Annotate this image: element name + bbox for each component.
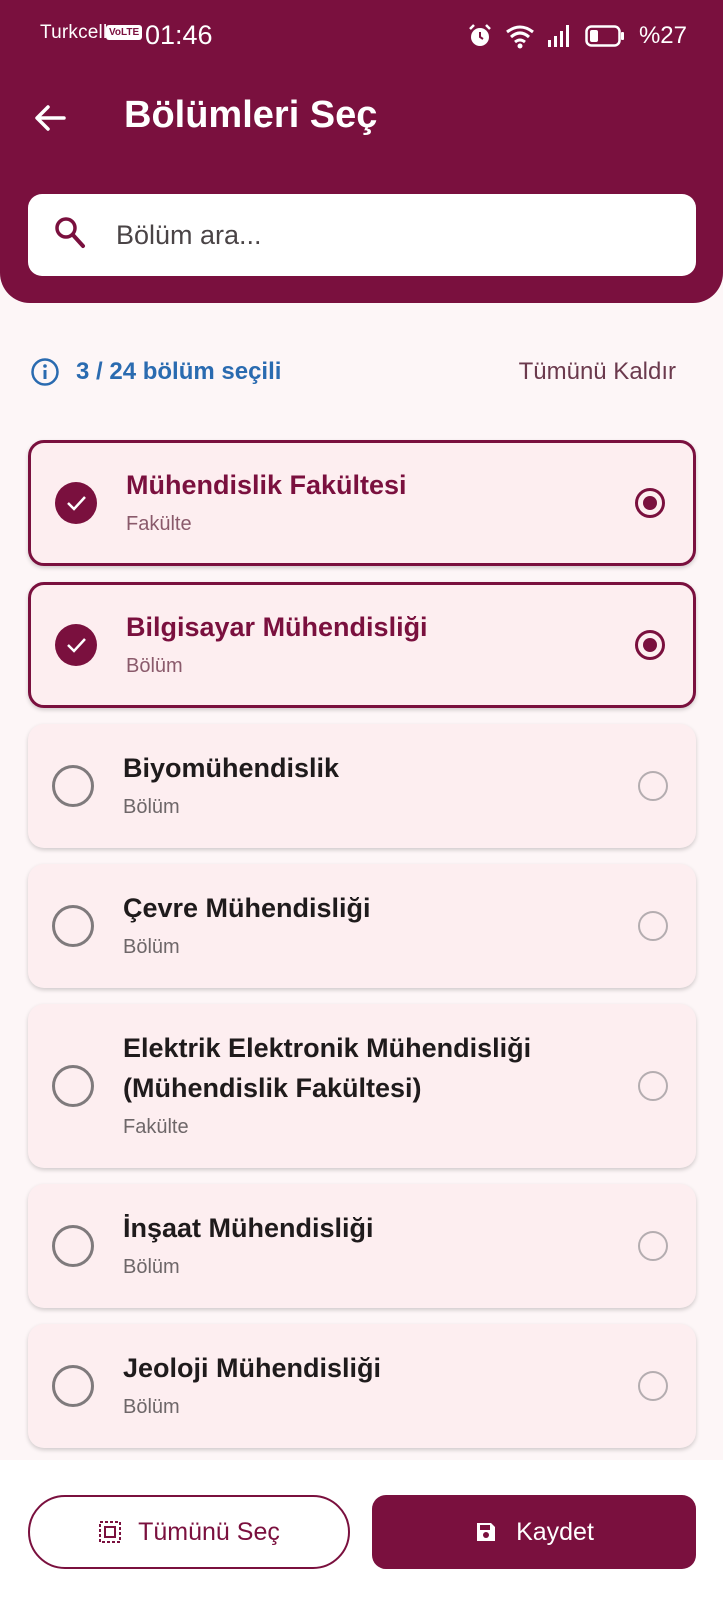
save-icon — [477, 1523, 496, 1541]
item-name: Elektrik Elektronik Mühendisliği (Mühend… — [123, 1033, 532, 1103]
search-icon — [55, 217, 85, 248]
unchecked-circle-icon — [52, 765, 94, 807]
status-icons: %27 — [467, 20, 687, 52]
alarm-icon — [469, 24, 491, 46]
item-type: Fakülte — [123, 1116, 189, 1138]
unchecked-circle-icon — [52, 1365, 94, 1407]
radio-selected-icon[interactable] — [635, 630, 665, 660]
item-name: Mühendislik Fakültesi — [126, 470, 407, 500]
item-type: Bölüm — [123, 936, 180, 958]
list-item[interactable]: Bilgisayar Mühendisliği Bölüm — [28, 582, 696, 708]
page-title: Bölümleri Seç — [124, 94, 378, 136]
item-name: Jeoloji Mühendisliği — [123, 1353, 382, 1383]
item-name: Biyomühendislik — [123, 753, 340, 783]
carrier-name: Turkcell — [40, 22, 108, 43]
battery-icon — [585, 25, 624, 47]
select-all-button[interactable]: Tümünü Seç — [28, 1495, 350, 1569]
unchecked-circle-icon — [52, 1225, 94, 1267]
unchecked-circle-icon — [52, 905, 94, 947]
list-item[interactable]: Elektrik Elektronik Mühendisliği (Mühend… — [28, 1004, 696, 1168]
select-all-icon — [99, 1521, 122, 1543]
list-item[interactable]: Mühendislik Fakültesi Fakülte — [28, 440, 696, 566]
selection-count: 3 / 24 bölüm seçili — [76, 358, 282, 385]
item-type: Bölüm — [123, 796, 180, 818]
list-item[interactable]: Jeoloji Mühendisliği Bölüm — [28, 1324, 696, 1448]
arrow-left-icon — [35, 105, 66, 131]
item-name: İnşaat Mühendisliği — [123, 1213, 374, 1243]
bottom-action-bar: Tümünü Seç Kaydet — [0, 1460, 723, 1600]
selection-info: 3 / 24 bölüm seçili — [30, 354, 281, 390]
search-bar[interactable] — [28, 194, 696, 276]
clear-all-button[interactable]: Tümünü Kaldır — [519, 358, 676, 386]
app-header: Turkcell VoLTE 01:46 %27 Bölümleri Seç B… — [0, 0, 723, 303]
select-all-label: Tümünü Seç — [138, 1517, 280, 1546]
radio-unselected-icon[interactable] — [638, 1231, 668, 1261]
battery-percent: %27 — [638, 22, 687, 49]
item-type: Bölüm — [123, 1256, 180, 1278]
radio-selected-icon[interactable] — [635, 488, 665, 518]
save-label: Kaydet — [516, 1517, 594, 1546]
volte-badge: VoLTE — [106, 25, 143, 40]
save-button[interactable]: Kaydet — [372, 1495, 696, 1569]
radio-unselected-icon[interactable] — [638, 1371, 668, 1401]
checked-circle-icon — [55, 624, 97, 666]
radio-unselected-icon[interactable] — [638, 1071, 668, 1101]
list-item[interactable]: Biyomühendislik Bölüm — [28, 724, 696, 848]
radio-unselected-icon[interactable] — [638, 771, 668, 801]
back-button[interactable] — [28, 96, 72, 140]
item-name: Çevre Mühendisliği — [123, 893, 371, 923]
item-type: Bölüm — [126, 655, 183, 677]
signal-icon — [547, 25, 569, 47]
wifi-icon — [506, 25, 534, 49]
status-bar: Turkcell VoLTE 01:46 %27 — [0, 0, 723, 72]
checked-circle-icon — [55, 482, 97, 524]
info-icon — [31, 358, 59, 386]
list-item[interactable]: Çevre Mühendisliği Bölüm — [28, 864, 696, 988]
list-item[interactable]: İnşaat Mühendisliği Bölüm — [28, 1184, 696, 1308]
radio-unselected-icon[interactable] — [638, 911, 668, 941]
search-input[interactable] — [116, 210, 676, 260]
department-list: Mühendislik Fakültesi Fakülte Bilgisayar… — [28, 440, 696, 1464]
status-clock: 01:46 — [145, 20, 213, 50]
unchecked-circle-icon — [52, 1065, 94, 1107]
item-type: Fakülte — [126, 513, 192, 535]
item-type: Bölüm — [123, 1396, 180, 1418]
item-name: Bilgisayar Mühendisliği — [126, 612, 428, 642]
